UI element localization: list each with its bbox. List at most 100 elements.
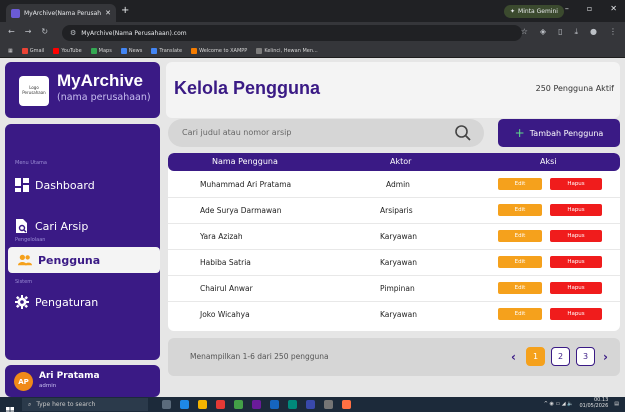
chrome-icon[interactable] [216,400,225,409]
avatar: AP [14,372,33,391]
back-icon[interactable]: ← [8,27,15,36]
search-input[interactable]: Cari judul atau nomor arsip [168,119,484,147]
edit-button[interactable]: Edit [498,282,542,294]
table-row: Joko Wicahya Karyawan Edit Hapus [168,302,620,328]
reload-icon[interactable]: ↻ [41,27,48,36]
delete-button[interactable]: Hapus [550,282,602,294]
download-icon[interactable]: ⤓ [574,27,578,37]
bookmark-news[interactable]: News [120,47,142,54]
menu-dots-icon[interactable]: ⋮ [609,27,617,37]
add-user-button[interactable]: + Tambah Pengguna [498,119,620,147]
bookmark-gmail[interactable]: Gmail [21,47,44,54]
table-row: Muhammad Ari Pratama Admin Edit Hapus [168,172,620,198]
tab-close-icon[interactable]: ✕ [105,9,111,17]
delete-button[interactable]: Hapus [550,204,602,216]
file-search-icon [15,219,29,233]
bookmark-youtube[interactable]: YouTube [53,47,82,54]
next-page-button[interactable]: › [596,347,615,366]
bookmark-xampp[interactable]: Welcome to XAMPP [191,47,247,54]
ai-app-icon[interactable] [252,400,261,409]
office-icon[interactable] [342,400,351,409]
page-button-3[interactable]: 3 [576,347,595,366]
edit-button[interactable]: Edit [498,230,542,242]
windows-start-icon[interactable] [6,400,14,412]
user-name-cell: Yara Azizah [200,232,243,241]
user-role-cell: Karyawan [380,258,417,267]
taskbar-search-input[interactable]: ⌕ Type here to search [22,398,148,411]
url-text: MyArchive(Nama Perusahaan).com [81,29,187,37]
page-button-2[interactable]: 2 [551,347,570,366]
gear-icon [15,295,29,309]
extensions-icon[interactable]: ◈ [540,27,546,37]
task-view-icon[interactable] [162,400,171,409]
browser-tab[interactable]: MyArchive(Nama Perusahaan) ✕ [6,4,116,22]
maximize-icon[interactable]: ▫ [587,4,592,13]
apps-grid-icon[interactable]: ▦ [8,48,13,54]
edit-button[interactable]: Edit [498,256,542,268]
sidebar-item-cari-arsip[interactable]: Cari Arsip [5,213,160,239]
edge-icon[interactable] [180,400,189,409]
page-title: Kelola Pengguna [174,78,321,98]
minimize-icon[interactable]: – [565,4,569,13]
delete-button[interactable]: Hapus [550,178,602,190]
prev-page-button[interactable]: ‹ [504,347,523,366]
user-name: Ari Pratama [39,371,100,381]
notification-icon[interactable]: ▤ [614,401,619,407]
file-explorer-icon[interactable] [198,400,207,409]
user-role-cell: Arsiparis [380,206,413,215]
delete-button[interactable]: Hapus [550,230,602,242]
user-role-cell: Karyawan [380,310,417,319]
whatsapp-icon[interactable] [234,400,243,409]
taskbar-search-placeholder: Type here to search [36,401,96,408]
bookmarks-bar: ▦ Gmail YouTube Maps News Translate Welc… [0,44,625,58]
menu-section-manage: Pengelolaan [15,237,46,243]
sidebar-icon[interactable]: ▯ [558,27,562,37]
user-role-cell: Pimpinan [380,284,415,293]
taskbar-search-icon: ⌕ [28,400,32,408]
clock[interactable]: 00.13 01/05/2026 [579,397,609,409]
menu-section-system: Sistem [15,279,33,285]
search-icon[interactable] [454,124,472,142]
settings-icon[interactable] [324,400,333,409]
sidebar-item-label: Pengaturan [35,295,99,309]
active-user-count: 250 Pengguna Aktif [535,84,614,93]
edit-button[interactable]: Edit [498,308,542,320]
bookmark-translate[interactable]: Translate [151,47,182,54]
bookmark-kelinci[interactable]: Kelinci, Hewan Men... [256,47,318,54]
sidebar-menu: Menu Utama Dashboard Cari Arsip Pengelol… [5,124,160,360]
page-button-1[interactable]: 1 [526,347,545,366]
delete-button[interactable]: Hapus [550,256,602,268]
tab-title: MyArchive(Nama Perusahaan) [24,9,102,17]
sidebar-item-pengaturan[interactable]: Pengaturan [5,289,160,315]
table-row: Habiba Satria Karyawan Edit Hapus [168,250,620,276]
search-placeholder: Cari judul atau nomor arsip [182,128,292,137]
delete-button[interactable]: Hapus [550,308,602,320]
bookmark-star-icon[interactable]: ☆ [521,27,528,37]
photos-icon[interactable] [288,400,297,409]
edit-button[interactable]: Edit [498,204,542,216]
tray-icons[interactable]: ^ ◉ ▭ ◢ 🔈 [544,401,574,407]
gemini-chip[interactable]: ✦ Minta Gemini [504,5,564,18]
sidebar-item-pengguna[interactable]: Pengguna [8,247,160,273]
sidebar-item-dashboard[interactable]: Dashboard [5,172,160,198]
site-info-icon[interactable]: ⚙ [70,29,76,37]
edit-button[interactable]: Edit [498,178,542,190]
gemini-chip-label: Minta Gemini [518,8,558,15]
page-header: Kelola Pengguna 250 Pengguna Aktif [166,62,620,118]
url-field[interactable]: ⚙ MyArchive(Nama Perusahaan).com [62,25,522,41]
close-window-icon[interactable]: ✕ [610,4,617,13]
clock-date: 01/05/2026 [579,402,609,409]
word-icon[interactable] [270,400,279,409]
table-row: Ade Surya Darmawan Arsiparis Edit Hapus [168,198,620,224]
add-user-label: Tambah Pengguna [529,128,604,138]
taskbar-apps [162,400,351,409]
address-actions: ☆ ◈ ▯ ⤓ ● ⋮ [521,27,617,37]
brand-subtitle: (nama perusahaan) [57,92,151,103]
bookmark-maps[interactable]: Maps [90,47,112,54]
user-profile-card[interactable]: AP Ari Pratama admin [5,365,160,397]
new-tab-button[interactable]: + [121,5,129,16]
forward-icon[interactable]: → [25,27,32,36]
profile-icon[interactable]: ● [590,27,597,37]
system-tray: ^ ◉ ▭ ◢ 🔈 00.13 01/05/2026 ▤ [544,397,619,409]
app-icon[interactable] [306,400,315,409]
